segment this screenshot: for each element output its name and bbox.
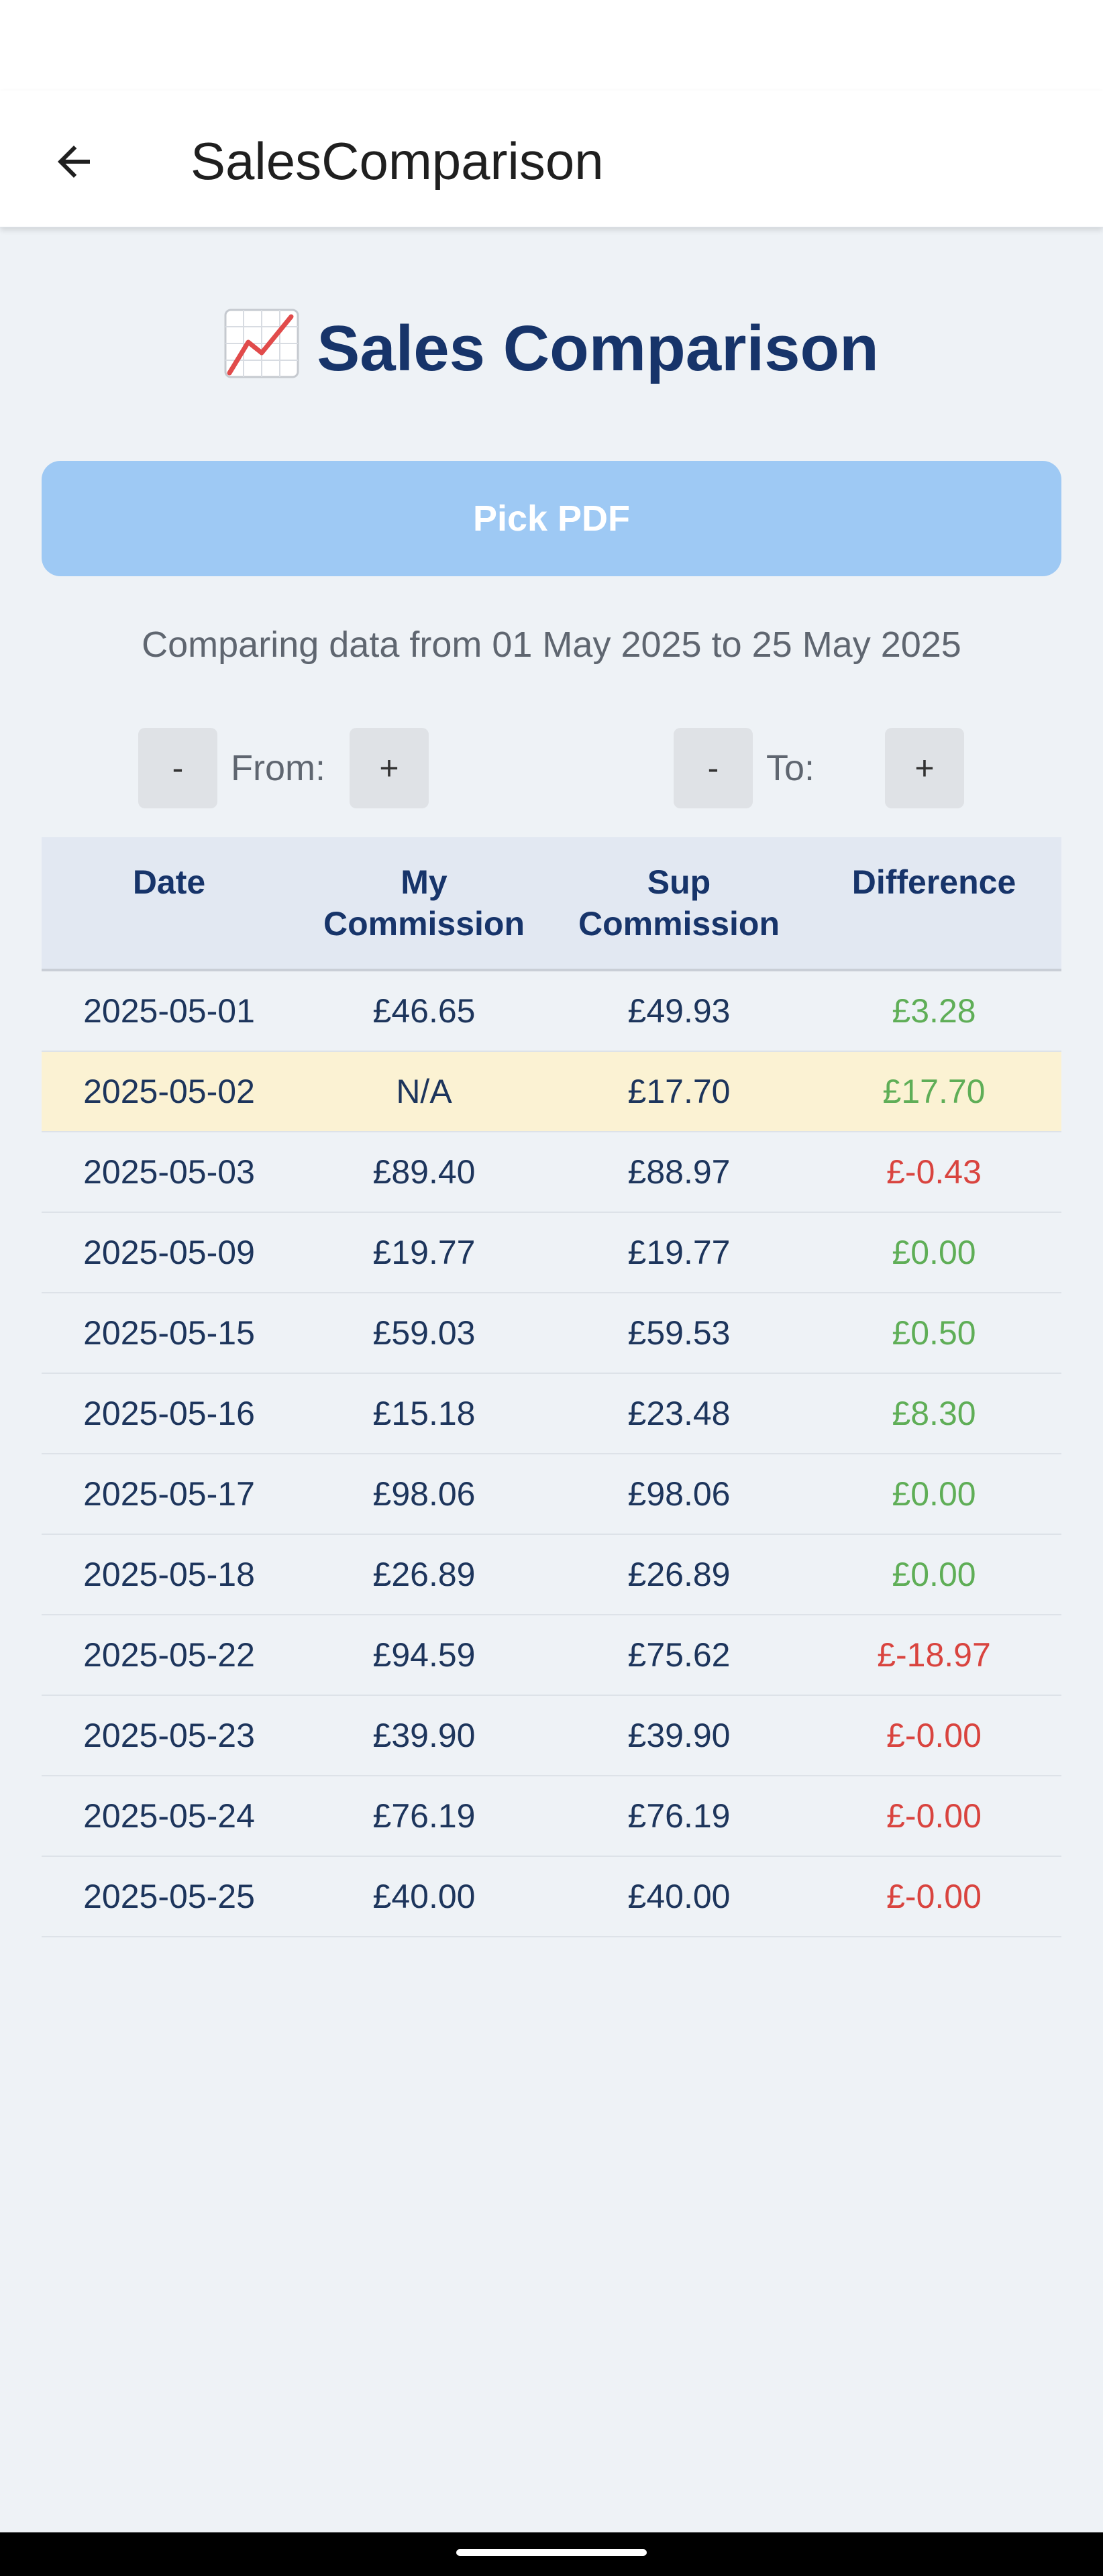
cell-sup-commission: £17.70 xyxy=(627,1073,731,1110)
cell-sup-commission: £59.53 xyxy=(627,1314,731,1352)
table-row: 2025-05-23 £39.90 £39.90 £-0.00 xyxy=(42,1696,1061,1776)
cell-sup-commission: £76.19 xyxy=(627,1797,731,1835)
cell-date: 2025-05-15 xyxy=(83,1314,255,1352)
cell-difference: £0.50 xyxy=(892,1314,976,1352)
cell-difference: £-18.97 xyxy=(877,1636,991,1674)
cell-my-commission: £19.77 xyxy=(372,1234,476,1271)
cell-my-commission: £98.06 xyxy=(372,1475,476,1513)
cell-sup-commission: £88.97 xyxy=(627,1153,731,1191)
cell-sup-commission: £19.77 xyxy=(627,1234,731,1271)
cell-date: 2025-05-25 xyxy=(83,1878,255,1915)
cell-date: 2025-05-17 xyxy=(83,1475,255,1513)
cell-difference: £8.30 xyxy=(892,1395,976,1432)
table-row: 2025-05-24 £76.19 £76.19 £-0.00 xyxy=(42,1776,1061,1857)
from-label: From: xyxy=(231,748,325,788)
cell-difference: £-0.00 xyxy=(886,1797,982,1835)
from-decrement-button[interactable]: - xyxy=(138,728,217,808)
table-row: 2025-05-03 £89.40 £88.97 £-0.43 xyxy=(42,1132,1061,1213)
from-increment-button[interactable]: + xyxy=(350,728,429,808)
to-decrement-button[interactable]: - xyxy=(674,728,753,808)
table-row: 2025-05-09 £19.77 £19.77 £0.00 xyxy=(42,1213,1061,1293)
to-label: To: xyxy=(766,748,815,788)
table-row: 2025-05-16 £15.18 £23.48 £8.30 xyxy=(42,1374,1061,1454)
header-date: Date xyxy=(132,863,206,901)
table-row: 2025-05-25 £40.00 £40.00 £-0.00 xyxy=(42,1857,1061,1937)
cell-difference: £-0.00 xyxy=(886,1878,982,1915)
cell-my-commission: £89.40 xyxy=(372,1153,476,1191)
commission-table: Date My Commission Sup Commission Differ… xyxy=(42,837,1061,1937)
cell-my-commission: £94.59 xyxy=(372,1636,476,1674)
cell-date: 2025-05-03 xyxy=(83,1153,255,1191)
cell-date: 2025-05-02 xyxy=(83,1073,255,1110)
cell-difference: £0.00 xyxy=(892,1475,976,1513)
header-my-commission: My Commission xyxy=(323,863,525,943)
cell-sup-commission: £26.89 xyxy=(627,1556,731,1593)
table-row: 2025-05-15 £59.03 £59.53 £0.50 xyxy=(42,1293,1061,1374)
pick-pdf-button[interactable]: Pick PDF xyxy=(42,461,1061,576)
cell-date: 2025-05-24 xyxy=(83,1797,255,1835)
table-header: Date My Commission Sup Commission Differ… xyxy=(42,837,1061,971)
cell-difference: £0.00 xyxy=(892,1556,976,1593)
to-increment-button[interactable]: + xyxy=(885,728,964,808)
cell-date: 2025-05-23 xyxy=(83,1717,255,1754)
cell-difference: £3.28 xyxy=(892,992,976,1030)
page-heading-text: Sales Comparison xyxy=(317,313,879,384)
cell-sup-commission: £40.00 xyxy=(627,1878,731,1915)
cell-date: 2025-05-01 xyxy=(83,992,255,1030)
cell-my-commission: £59.03 xyxy=(372,1314,476,1352)
table-row: 2025-05-01 £46.65 £49.93 £3.28 xyxy=(42,971,1061,1052)
table-row: 2025-05-18 £26.89 £26.89 £0.00 xyxy=(42,1535,1061,1615)
table-row: 2025-05-17 £98.06 £98.06 £0.00 xyxy=(42,1454,1061,1535)
cell-my-commission: £40.00 xyxy=(372,1878,476,1915)
cell-sup-commission: £75.62 xyxy=(627,1636,731,1674)
header-sup-commission: Sup Commission xyxy=(578,863,780,943)
app-title: SalesComparison xyxy=(191,131,604,191)
cell-sup-commission: £98.06 xyxy=(627,1475,731,1513)
cell-difference: £-0.00 xyxy=(886,1717,982,1754)
cell-my-commission: £46.65 xyxy=(372,992,476,1030)
cell-my-commission: £39.90 xyxy=(372,1717,476,1754)
cell-difference: £-0.43 xyxy=(886,1153,982,1191)
cell-date: 2025-05-09 xyxy=(83,1234,255,1271)
table-row: 2025-05-02 N/A £17.70 £17.70 xyxy=(42,1052,1061,1132)
cell-my-commission: £15.18 xyxy=(372,1395,476,1432)
chart-increasing-icon xyxy=(224,309,299,394)
page-heading: Sales Comparison xyxy=(0,309,1103,394)
cell-date: 2025-05-22 xyxy=(83,1636,255,1674)
header-difference: Difference xyxy=(851,863,1016,901)
cell-difference: £17.70 xyxy=(882,1073,986,1110)
cell-my-commission: N/A xyxy=(396,1073,452,1110)
cell-date: 2025-05-16 xyxy=(83,1395,255,1432)
status-bar xyxy=(0,0,1103,91)
cell-my-commission: £76.19 xyxy=(372,1797,476,1835)
cell-sup-commission: £23.48 xyxy=(627,1395,731,1432)
arrow-left-icon xyxy=(50,138,98,189)
date-range-text: Comparing data from 01 May 2025 to 25 Ma… xyxy=(142,625,961,665)
cell-my-commission: £26.89 xyxy=(372,1556,476,1593)
cell-sup-commission: £39.90 xyxy=(627,1717,731,1754)
app-bar: SalesComparison xyxy=(0,91,1103,227)
table-row: 2025-05-22 £94.59 £75.62 £-18.97 xyxy=(42,1615,1061,1696)
cell-difference: £0.00 xyxy=(892,1234,976,1271)
table-body: 2025-05-01 £46.65 £49.93 £3.28 2025-05-02 N/A… xyxy=(42,971,1061,1937)
back-button[interactable] xyxy=(34,123,114,203)
home-indicator[interactable] xyxy=(456,2549,647,2556)
cell-date: 2025-05-18 xyxy=(83,1556,255,1593)
cell-sup-commission: £49.93 xyxy=(627,992,731,1030)
